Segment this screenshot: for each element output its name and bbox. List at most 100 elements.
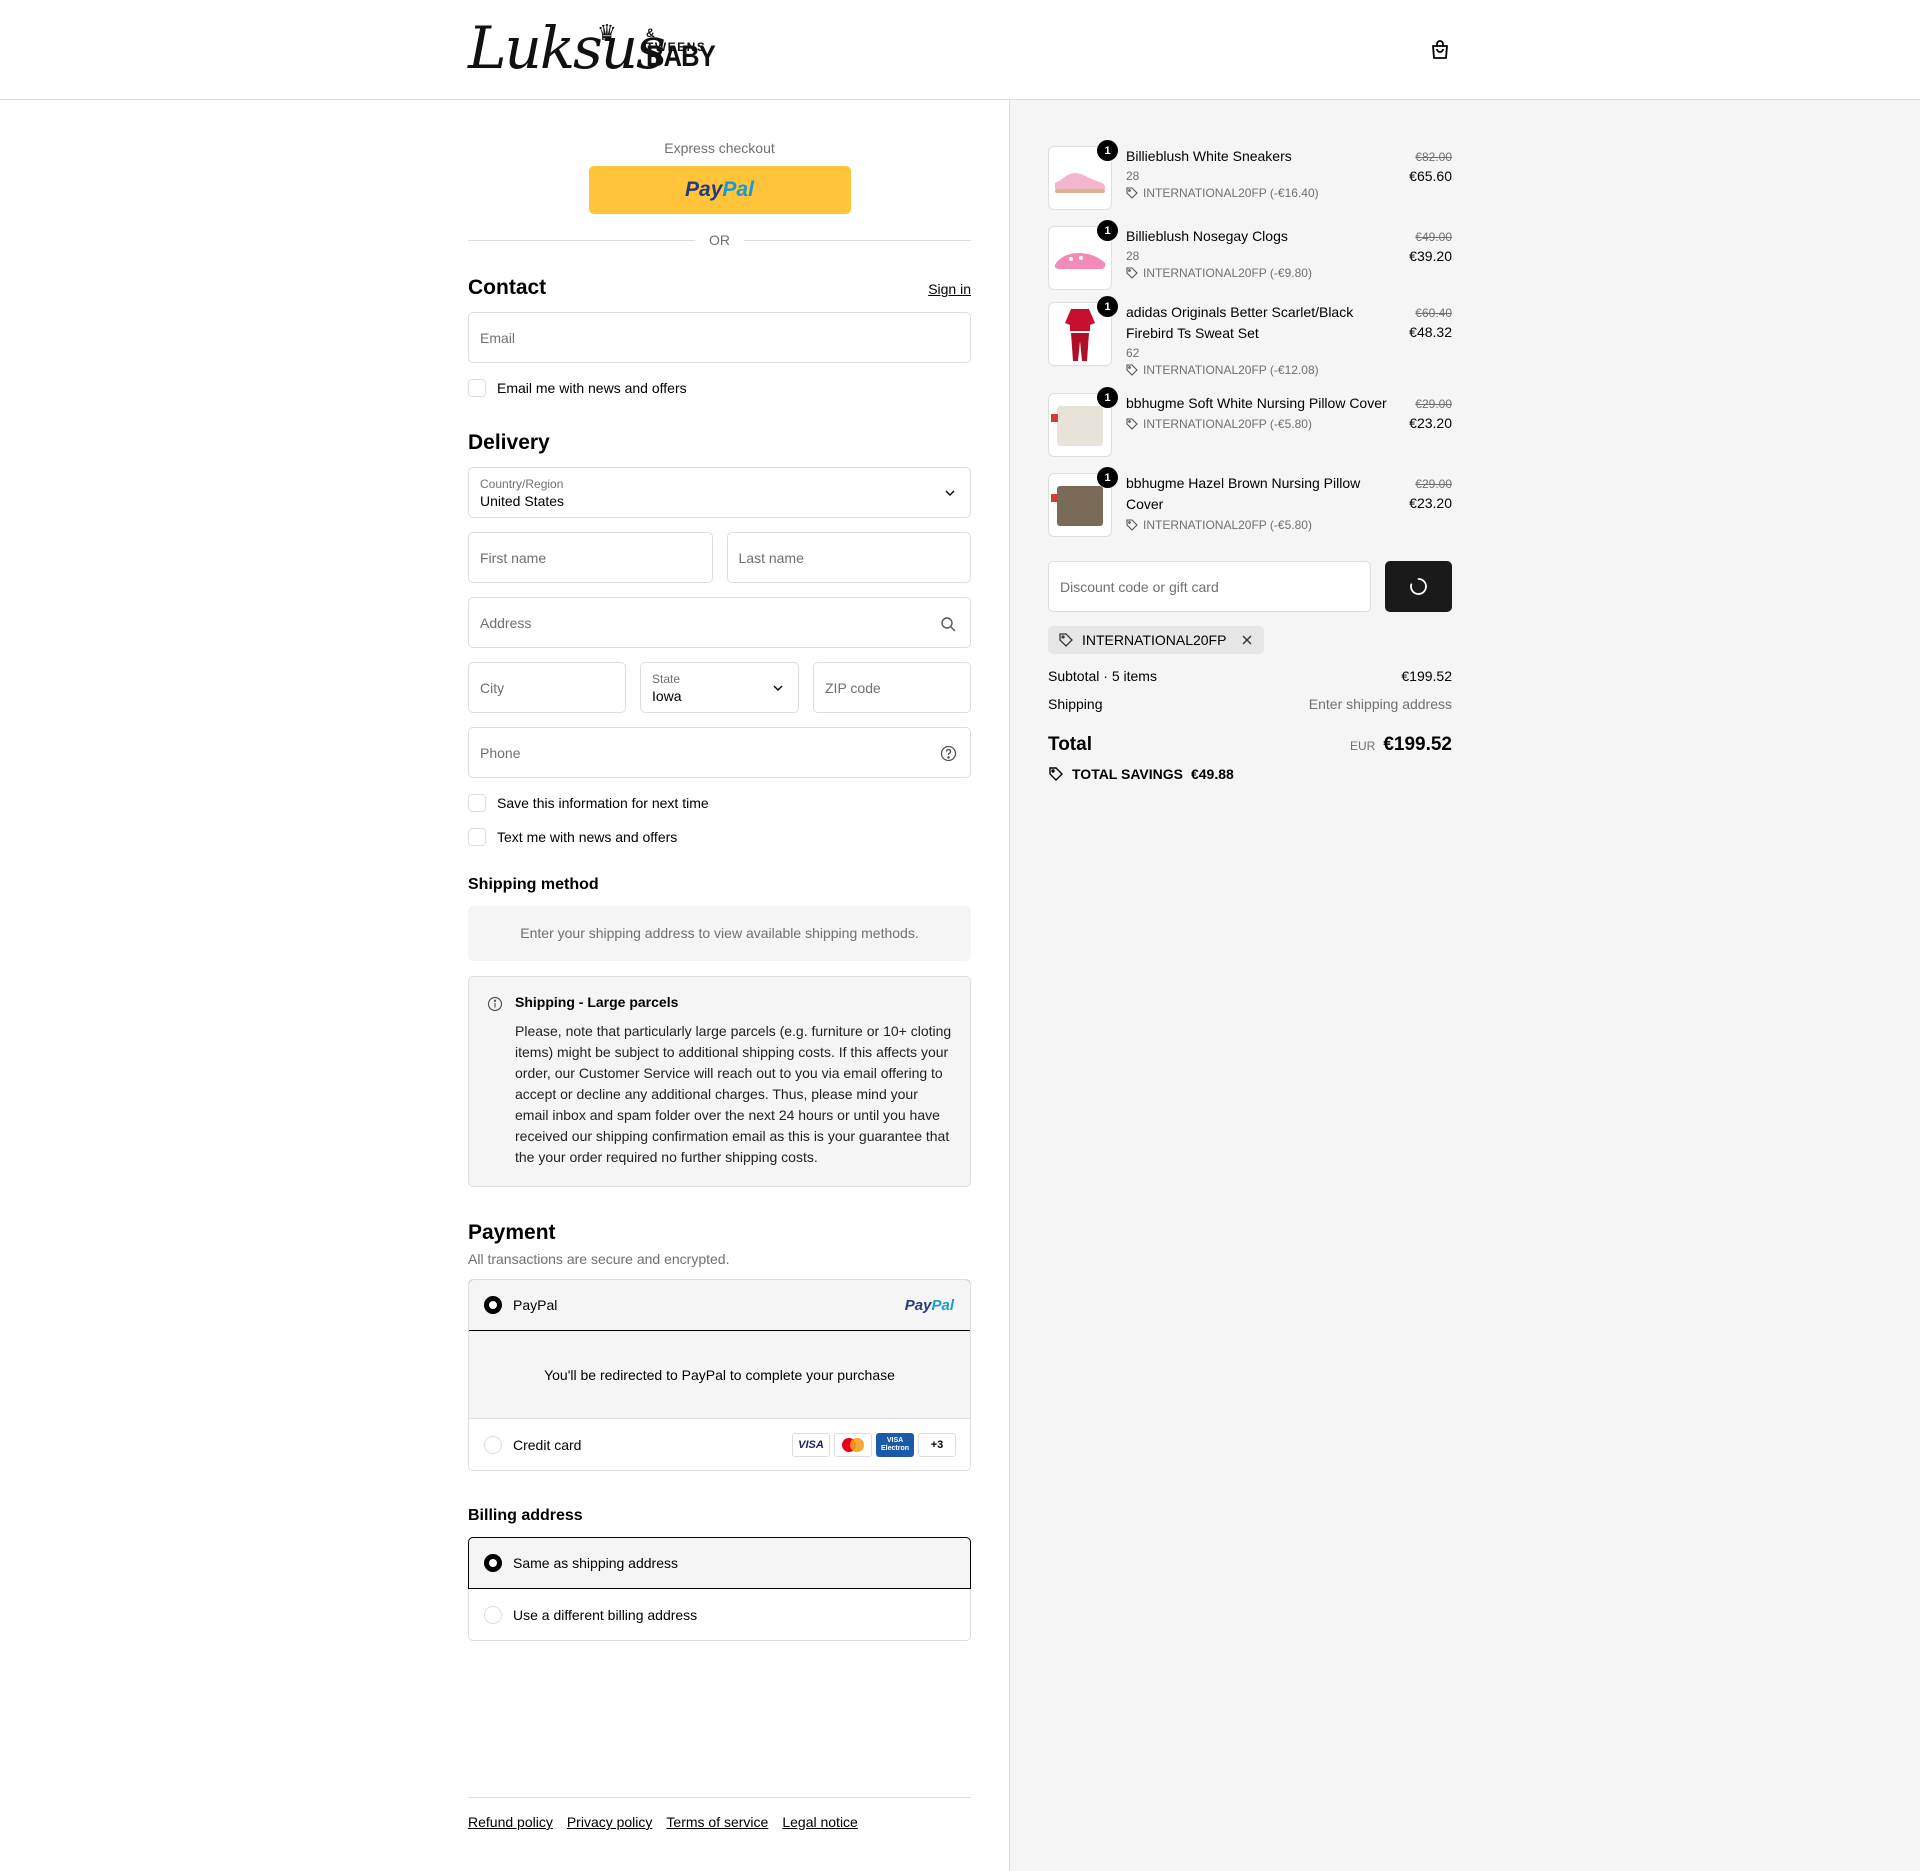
visa-icon: VISA <box>792 1432 830 1457</box>
paypal-express-button[interactable]: PayPal <box>588 166 851 214</box>
item-variant: 62 <box>1126 346 1140 360</box>
crown-icon: ♛ <box>597 20 617 45</box>
country-select[interactable]: Country/Region United States <box>468 467 971 518</box>
item-discount: INTERNATIONAL20FP (-€12.08) <box>1126 363 1452 377</box>
electron-bottom: Electron <box>880 1444 909 1452</box>
total-value: €199.52 <box>1383 734 1452 755</box>
shopping-bag-icon[interactable] <box>1428 38 1452 62</box>
shipping-row: Shipping Enter shipping address <box>1048 696 1452 712</box>
close-icon[interactable] <box>1240 633 1254 647</box>
shipping-method-empty: Enter your shipping address to view avai… <box>468 906 971 961</box>
item-price: €23.20 <box>1409 495 1452 511</box>
card-brands: VISA VISA Electron +3 <box>792 1432 956 1457</box>
currency-code: EUR <box>1349 739 1376 753</box>
legal-notice-link[interactable]: Legal notice <box>782 1814 858 1830</box>
first-name-field[interactable]: First name <box>468 532 713 583</box>
quantity-badge: 1 <box>1097 140 1118 161</box>
item-price: €23.20 <box>1409 415 1452 431</box>
loading-spinner-icon <box>1410 578 1427 595</box>
savings-label: TOTAL SAVINGS <box>1072 766 1183 782</box>
save-info-checkbox[interactable] <box>468 794 486 812</box>
product-thumbnail: 1 <box>1048 220 1118 290</box>
state-value: Iowa <box>652 687 682 704</box>
last-name-field[interactable]: Last name <box>726 532 971 583</box>
email-news-checkbox[interactable] <box>468 379 486 397</box>
payment-option-paypal[interactable]: PayPal PayPal <box>469 1280 970 1331</box>
refund-policy-link[interactable]: Refund policy <box>468 1814 553 1830</box>
text-news-row[interactable]: Text me with news and offers <box>468 828 971 846</box>
discount-code-field[interactable]: Discount code or gift card <box>1048 561 1371 612</box>
email-news-row[interactable]: Email me with news and offers <box>468 379 971 397</box>
applied-code-label: INTERNATIONAL20FP <box>1082 632 1227 648</box>
sign-in-link[interactable]: Sign in <box>928 281 971 297</box>
item-price: €39.20 <box>1409 248 1452 264</box>
item-name: adidas Originals Better Scarlet/Black Fi… <box>1126 304 1354 341</box>
state-label: State <box>652 671 681 686</box>
item-discount-label: INTERNATIONAL20FP (-€5.80) <box>1143 518 1312 532</box>
or-divider: OR <box>468 232 971 248</box>
credit-card-label: Credit card <box>513 1436 582 1453</box>
footer-links: Refund policy Privacy policy Terms of se… <box>468 1797 971 1830</box>
billing-option-same[interactable]: Same as shipping address <box>468 1537 971 1589</box>
billing-same-radio[interactable] <box>484 1554 502 1572</box>
shipping-method-title: Shipping method <box>468 876 599 893</box>
tag-icon <box>1126 187 1138 199</box>
phone-placeholder: Phone <box>480 744 521 761</box>
zip-field[interactable]: ZIP code <box>813 662 971 713</box>
or-label: OR <box>709 232 730 248</box>
payment-option-credit-card[interactable]: Credit card VISA VISA Electron +3 <box>469 1419 970 1470</box>
payment-options: PayPal PayPal You'll be redirected to Pa… <box>468 1279 971 1471</box>
more-cards-badge: +3 <box>918 1432 956 1457</box>
paypal-option-label: PayPal <box>513 1297 558 1313</box>
apply-discount-button[interactable] <box>1385 561 1452 612</box>
text-news-checkbox[interactable] <box>468 828 486 846</box>
total-savings: TOTAL SAVINGS €49.88 <box>1048 766 1452 782</box>
credit-card-radio[interactable] <box>484 1435 502 1454</box>
visa-electron-icon: VISA Electron <box>876 1432 914 1457</box>
billing-option-different[interactable]: Use a different billing address <box>469 1589 970 1640</box>
contact-title: Contact <box>468 276 547 299</box>
save-info-label: Save this information for next time <box>497 795 709 811</box>
phone-field[interactable]: Phone <box>468 727 971 778</box>
applied-discount-chip: INTERNATIONAL20FP <box>1048 626 1265 654</box>
billing-different-radio[interactable] <box>484 1605 502 1624</box>
item-discount: INTERNATIONAL20FP (-€5.80) <box>1126 417 1452 431</box>
country-label: Country/Region <box>480 476 564 491</box>
item-discount: INTERNATIONAL20FP (-€16.40) <box>1126 186 1452 200</box>
address-field[interactable]: Address <box>468 597 971 648</box>
total-label: Total <box>1048 734 1092 755</box>
info-icon <box>487 996 503 1012</box>
terms-of-service-link[interactable]: Terms of service <box>666 1814 768 1830</box>
checkout-form: Express checkout PayPal OR Contact Sign … <box>468 100 971 1641</box>
chevron-down-icon <box>945 490 955 496</box>
item-old-price: €29.00 <box>1415 397 1452 411</box>
cart-item: 1 bbhugme Soft White Nursing Pillow Cove… <box>1048 387 1452 457</box>
product-thumbnail: 1 <box>1048 296 1118 366</box>
delivery-title: Delivery <box>468 431 550 454</box>
shipping-label: Shipping <box>1048 696 1103 712</box>
email-news-label: Email me with news and offers <box>497 380 687 396</box>
tag-icon <box>1126 364 1138 376</box>
payment-title: Payment <box>468 1221 556 1244</box>
paypal-redirect-message: You'll be redirected to PayPal to comple… <box>469 1331 970 1419</box>
paypal-logo-icon-part: Pal <box>722 178 754 201</box>
paypal-radio[interactable] <box>484 1296 502 1314</box>
contact-header: Contact Sign in <box>468 276 971 300</box>
brand-logo[interactable]: Luksus ♛ & TWEENS BABY <box>468 16 718 82</box>
privacy-policy-link[interactable]: Privacy policy <box>567 1814 653 1830</box>
item-discount: INTERNATIONAL20FP (-€9.80) <box>1126 266 1452 280</box>
product-thumbnail: 1 <box>1048 387 1118 457</box>
city-field[interactable]: City <box>468 662 626 713</box>
email-field[interactable]: Email <box>468 312 971 363</box>
tag-icon <box>1126 418 1138 430</box>
item-name: bbhugme Soft White Nursing Pillow Cover <box>1126 395 1387 411</box>
state-select[interactable]: State Iowa <box>640 662 799 713</box>
quantity-badge: 1 <box>1097 467 1118 488</box>
last-name-placeholder: Last name <box>738 549 804 566</box>
total-row: Total EUR €199.52 <box>1048 734 1452 756</box>
text-news-label: Text me with news and offers <box>497 829 678 845</box>
item-discount-label: INTERNATIONAL20FP (-€12.08) <box>1143 363 1319 377</box>
save-info-row[interactable]: Save this information for next time <box>468 794 971 812</box>
email-placeholder: Email <box>480 329 516 346</box>
help-icon[interactable] <box>940 745 957 762</box>
